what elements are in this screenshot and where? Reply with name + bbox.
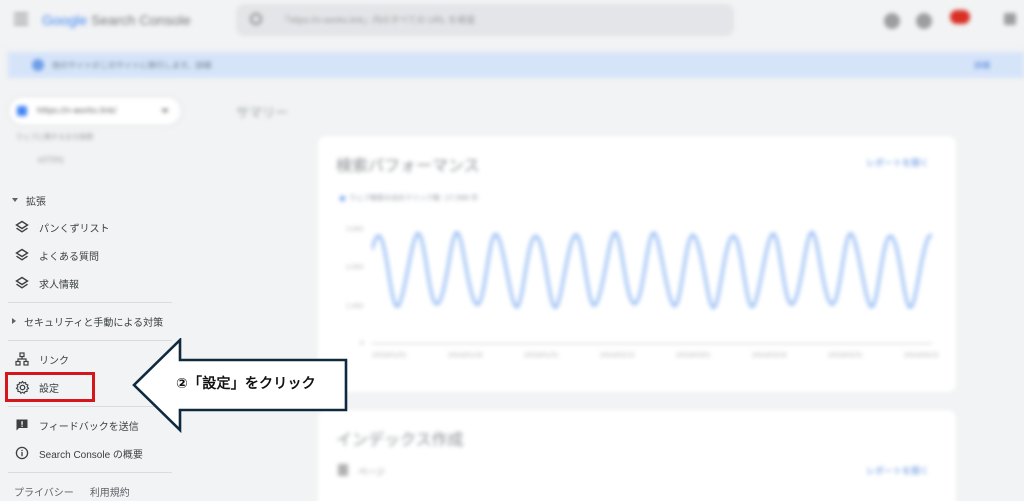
info-icon (32, 59, 44, 71)
indexing-card: インデックス作成 ページ レポートを開く (318, 410, 956, 501)
page-title: サマリー (236, 106, 289, 121)
sidebar-section-security[interactable]: セキュリティと手動による対策 (0, 311, 172, 331)
feedback-icon (14, 417, 30, 433)
sidebar-item-core-web-vitals[interactable]: ウェブに関する主な指標 (16, 132, 93, 142)
property-icon (17, 106, 27, 116)
x-tick: 2024/03/16 (752, 352, 787, 359)
about-label: Search Console の概要 (39, 449, 143, 461)
privacy-link[interactable]: プライバシー (14, 488, 74, 499)
x-tick: 2024/03/01 (676, 352, 711, 359)
enhancements-label: 拡張 (26, 196, 46, 208)
performance-report-link[interactable]: レポートを開く (866, 156, 929, 169)
banner-text: 他のサイトがこのサイトに移行します。詳細 (52, 61, 212, 70)
sidebar-divider (8, 302, 172, 303)
notifications-icon[interactable] (950, 10, 970, 24)
screenshot: Google Search Console 「https://n-works.li… (0, 0, 1024, 501)
app-logo[interactable]: Google Search Console (42, 12, 191, 28)
core-web-vitals-label: ウェブに関する主な指標 (16, 133, 93, 141)
search-icon (250, 13, 262, 25)
links-label: リンク (39, 355, 69, 367)
x-tick: 2024/01/31 (524, 352, 559, 359)
apps-icon[interactable] (1004, 13, 1016, 25)
sitemap-icon (14, 351, 30, 367)
layers-icon (14, 275, 30, 291)
y-tick: 2,000 (346, 264, 364, 271)
logo-brand: Google (42, 12, 88, 28)
menu-icon[interactable] (14, 13, 28, 25)
faq-label: よくある質問 (39, 251, 99, 263)
chevron-down-icon (161, 109, 169, 117)
chart-x-axis (372, 343, 932, 344)
sidebar-item-breadcrumbs[interactable]: パンくずリスト (0, 216, 172, 238)
callout-instruction: ②「設定」をクリック (176, 376, 316, 392)
sidebar-divider (8, 472, 172, 473)
property-name: https://n-works.link/ (37, 106, 117, 115)
job-postings-label: 求人情報 (39, 279, 79, 291)
settings-highlight-box (5, 372, 95, 402)
x-tick: 2024/01/16 (448, 352, 483, 359)
indexing-report-link[interactable]: レポートを開く (866, 464, 929, 477)
terms-link[interactable]: 利用規約 (90, 488, 130, 499)
clicks-line-chart (372, 230, 932, 310)
sidebar-section-enhancements[interactable]: 拡張 (0, 190, 172, 210)
inspect-url-search-bar[interactable]: 「https://n-works.link」内のすべての URL を検査 (236, 4, 734, 36)
indexing-card-title: インデックス作成 (336, 430, 464, 449)
x-tick: 2024/02/15 (600, 352, 635, 359)
layers-icon (14, 247, 30, 263)
layers-icon (14, 219, 30, 235)
x-tick: 2024/03/31 (828, 352, 863, 359)
sidebar-item-about[interactable]: Search Console の概要 (0, 442, 172, 464)
x-tick: 2024/01/01 (372, 352, 407, 359)
users-icon[interactable] (916, 13, 932, 29)
indexing-row-label: ページ (358, 468, 385, 478)
y-tick: 3,000 (346, 226, 364, 233)
caret-right-icon (12, 318, 16, 324)
x-tick: 2024/04/15 (904, 352, 939, 359)
performance-card-title: 検索パフォーマンス (336, 156, 480, 175)
y-tick: 1,000 (346, 303, 364, 310)
feedback-label: フィードバックを送信 (39, 421, 139, 433)
banner-link[interactable]: 詳細 (974, 60, 990, 71)
sidebar-item-faq[interactable]: よくある質問 (0, 244, 172, 266)
search-placeholder: 「https://n-works.link」内のすべての URL を検査 (280, 15, 476, 25)
page-icon (338, 464, 348, 476)
caret-down-icon (12, 198, 18, 202)
sidebar-item-job-postings[interactable]: 求人情報 (0, 272, 172, 294)
logo-product: Search Console (91, 12, 191, 28)
info-banner: 他のサイトがこのサイトに移行します。詳細 詳細 (8, 52, 1024, 78)
breadcrumbs-label: パンくずリスト (39, 223, 110, 235)
property-selector[interactable]: https://n-works.link/ (8, 96, 182, 126)
https-label: HTTPS (38, 156, 64, 165)
clicks-series-line (372, 230, 932, 310)
sidebar-footer: プライバシー 利用規約 (14, 484, 146, 499)
y-tick: 0 (360, 340, 364, 347)
sidebar-item-https[interactable]: HTTPS (38, 156, 64, 165)
info-icon (14, 445, 30, 461)
top-app-bar: Google Search Console 「https://n-works.li… (0, 0, 1024, 44)
help-icon[interactable] (884, 13, 900, 29)
chart-legend: ウェブ検索の合計クリック数: 17,566 件 (340, 193, 478, 203)
security-label: セキュリティと手動による対策 (24, 317, 164, 329)
